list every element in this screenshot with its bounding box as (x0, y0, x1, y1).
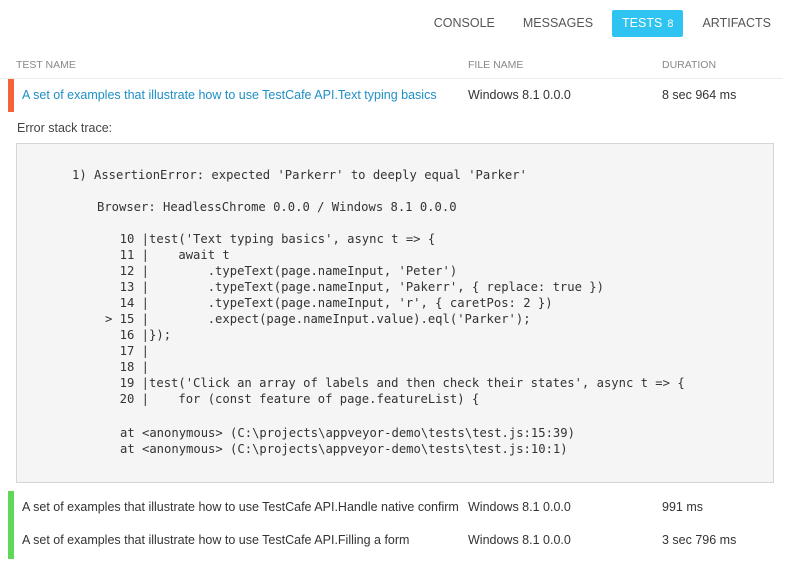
stack-frame: at <anonymous> (C:\projects\appveyor-dem… (120, 426, 575, 440)
tab-tests-label: TESTS (622, 15, 663, 30)
table-header: TEST NAME FILE NAME DURATION (0, 57, 783, 79)
header-test-name: TEST NAME (16, 59, 76, 71)
tab-bar: CONSOLE MESSAGES TESTS 8 ARTIFACTS (415, 9, 788, 37)
header-duration: DURATION (662, 59, 717, 71)
failed-status-bar (8, 79, 14, 112)
code-line: 17 | (105, 344, 150, 358)
code-line: 16 |}); (105, 328, 172, 342)
browser-info: Browser: HeadlessChrome 0.0.0 / Windows … (97, 200, 457, 214)
code-line: 18 | (105, 360, 150, 374)
passed-status-bar (8, 524, 14, 559)
test-name[interactable]: A set of examples that illustrate how to… (22, 533, 462, 547)
test-name-link[interactable]: A set of examples that illustrate how to… (22, 88, 462, 102)
header-file-name: FILE NAME (468, 59, 524, 71)
code-line: 19 |test('Click an array of labels and t… (105, 376, 685, 390)
tab-console[interactable]: CONSOLE (425, 10, 504, 37)
code-line: 11 | await t (105, 248, 230, 262)
code-line: 13 | .typeText(page.nameInput, 'Pakerr',… (105, 280, 604, 294)
duration: 991 ms (662, 500, 703, 514)
code-line: 20 | for (const feature of page.featureL… (105, 392, 480, 406)
error-message: 1) AssertionError: expected 'Parkerr' to… (72, 168, 527, 182)
table-row[interactable]: A set of examples that illustrate how to… (8, 524, 783, 559)
error-stack-trace: 1) AssertionError: expected 'Parkerr' to… (16, 143, 774, 483)
table-row[interactable]: A set of examples that illustrate how to… (8, 491, 783, 524)
stack-frame: at <anonymous> (C:\projects\appveyor-dem… (120, 442, 568, 456)
test-name[interactable]: A set of examples that illustrate how to… (22, 500, 462, 514)
tests-count-badge: 8 (667, 17, 674, 30)
file-name: Windows 8.1 0.0.0 (468, 533, 571, 547)
duration: 8 sec 964 ms (662, 88, 737, 102)
code-line: > 15 | .expect(page.nameInput.value).eql… (105, 312, 531, 326)
error-stack-label: Error stack trace: (17, 121, 113, 135)
tab-artifacts[interactable]: ARTIFACTS (693, 10, 780, 37)
code-line: 10 |test('Text typing basics', async t =… (105, 232, 436, 246)
duration: 3 sec 796 ms (662, 533, 737, 547)
file-name: Windows 8.1 0.0.0 (468, 500, 571, 514)
tab-tests[interactable]: TESTS 8 (612, 9, 684, 37)
code-line: 12 | .typeText(page.nameInput, 'Peter') (105, 264, 458, 278)
code-line: 14 | .typeText(page.nameInput, 'r', { ca… (105, 296, 553, 310)
table-row[interactable]: A set of examples that illustrate how to… (8, 79, 783, 112)
passed-status-bar (8, 491, 14, 524)
tab-messages[interactable]: MESSAGES (514, 10, 602, 37)
file-name: Windows 8.1 0.0.0 (468, 88, 571, 102)
